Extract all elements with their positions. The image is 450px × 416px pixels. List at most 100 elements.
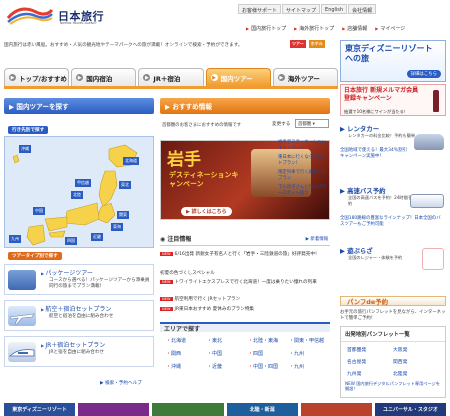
side-item[interactable]: 東日本に行くならJRセットプラン！ — [278, 155, 330, 167]
departure-link[interactable]: 名古屋発 — [347, 358, 393, 365]
bottom-banner[interactable]: 北陸・新潟 — [226, 403, 298, 416]
tab-top-recommend[interactable]: ▶ トップ/おすすめ — [4, 68, 70, 86]
arrow-icon: ▶ — [76, 74, 84, 81]
tab-domestic-tour[interactable]: ▶ 国内ツアー — [205, 68, 271, 86]
jr-hotel-card[interactable]: JR＋宿泊セットプラン JRと宿を自由に組み合わせ — [4, 336, 154, 367]
area-link[interactable]: 近畿 — [207, 363, 248, 370]
region-hokkaido[interactable]: 北海道 — [123, 157, 139, 165]
customer-support-link[interactable]: お客様サポート — [238, 4, 282, 14]
tab-label: 海外ツアー — [287, 74, 320, 83]
mailmag-banner[interactable]: 日本旅行 新規メルマガ会員登録キャンペーン 抽選で10名様にワインが当たる！ — [340, 84, 446, 116]
region-kinki[interactable]: 近畿 — [91, 233, 103, 241]
asobuplaza-desc: 全国のレジャー・体験を予約 — [348, 255, 403, 260]
region-select[interactable]: 首都圏 ▾ — [295, 119, 329, 128]
disney-detail-button[interactable]: 詳細はこちら — [406, 70, 441, 78]
recommend-side-list: 岩手デスティネーションキャンペーン 東日本に行くならJRセットプラン！ 限定列車… — [278, 140, 330, 197]
disney-title: 東京ディズニーリゾート への旅 — [345, 44, 433, 63]
pamphlet-list-box: 出発地別パンフレット一覧 首都圏発 大阪発 名古屋発 関西発 九州発 北陸発 N… — [340, 326, 446, 398]
area-link[interactable]: 関西 — [166, 350, 207, 357]
rental-car-title[interactable]: ▶ レンタカー — [340, 124, 446, 133]
bottom-banner[interactable] — [152, 403, 224, 416]
bottom-banner[interactable] — [78, 403, 150, 416]
departure-link[interactable]: 北陸発 — [393, 370, 439, 377]
region-tokai[interactable]: 東海 — [111, 223, 123, 231]
english-link[interactable]: English — [321, 4, 348, 14]
bottom-banner[interactable]: 東京ディズニーリゾート — [4, 403, 76, 416]
region-kyushu[interactable]: 九州 — [9, 235, 21, 243]
tab-overseas-tour[interactable]: ▶ 海外ツアー — [272, 68, 339, 86]
region-shikoku[interactable]: 四国 — [65, 237, 77, 245]
region-kanto[interactable]: 関東 — [117, 211, 129, 219]
asobuplaza-box[interactable]: ▶ 遊ぶらざ 全国のレジャー・体験を予約 — [340, 246, 446, 270]
departure-link[interactable]: 大阪発 — [393, 346, 439, 353]
news-item[interactable]: NEW 6/16出発 新鋭女子有名人と行く「岩手・三陸鉄道の旅」好評発売中！ — [160, 251, 320, 257]
intro-text: 国内旅行は赤い風船。おすすめ・人気の観光地やテーマパークへの旅が満載！オンライン… — [4, 43, 243, 48]
bottom-banner[interactable]: ユニバーサル・スタジオ — [374, 403, 447, 416]
digital-pamphlet-notice[interactable]: NEW 国内旅行デジタルパンフレット専用ページを開設！ — [341, 381, 445, 392]
area-link[interactable]: 四国 — [248, 350, 289, 357]
banner-detail-button[interactable]: ▶ 詳しくはこちら — [181, 207, 232, 216]
highway-bus-box[interactable]: ▶ 高速バス予約 全国の高速バスを予約！24時間予約 全国180路線の豊富なライ… — [340, 186, 446, 227]
news-item[interactable]: NEW トワイライトエクスプレスで行く北海道！一度は乗りたい憧れの列車 — [160, 279, 317, 285]
rental-car-note[interactable]: 全国地域で使える！最大34％割引キャンペーン実施中！ — [340, 147, 408, 159]
area-list: 北海道 東北 北陸・東海 関東・甲信越 関西 中国 四国 九州 沖縄 近畿 中国… — [166, 337, 330, 370]
region-chugoku[interactable]: 中国 — [33, 207, 45, 215]
air-hotel-card[interactable]: 航空＋宿泊セットプラン 航空と宿泊を自由に組み合わせ — [4, 300, 154, 331]
area-link[interactable]: 東北 — [207, 337, 248, 344]
package-tour-title[interactable]: パッケージツアー — [41, 268, 93, 277]
area-link[interactable]: 北陸・東海 — [248, 337, 289, 344]
company-logo-icon[interactable] — [6, 4, 54, 26]
tab-label: JR＋宿泊 — [153, 74, 181, 83]
area-link[interactable]: 中国・四国 — [248, 363, 289, 370]
rental-car-box[interactable]: ▶ レンタカー レンタカーの料金比較！予約も簡単 全国地域で使える！最大34％割… — [340, 124, 446, 159]
area-link[interactable]: 沖縄 — [166, 363, 207, 370]
pamphlet-heading[interactable]: パンフde予約 — [340, 296, 446, 306]
news-link[interactable]: ▶ 新着情報 — [306, 236, 328, 242]
banner-title-sub: デスティネーションキャンペーン — [169, 171, 239, 188]
side-item[interactable]: 岩手デスティネーションキャンペーン — [278, 140, 330, 152]
departure-link[interactable]: 九州発 — [347, 370, 393, 377]
region-hokuriku[interactable]: 北陸 — [71, 191, 83, 199]
promo-badge[interactable]: ホテル — [308, 40, 325, 48]
tab-domestic-hotel[interactable]: ▶ 国内宿泊 — [71, 68, 137, 86]
region-okinawa[interactable]: 沖縄 — [19, 145, 31, 153]
banner-detail-text: 詳しくはこちら — [191, 209, 227, 215]
disney-banner[interactable]: 東京ディズニーリゾート への旅 詳細はこちら — [340, 40, 446, 82]
news-text: 6/16出発 新鋭女子有名人と行く「岩手・三陸鉄道の旅」好評発売中！ — [174, 252, 320, 257]
bottom-banner[interactable] — [300, 403, 372, 416]
news-text: 航空利用で行く JRセットプラン — [174, 297, 241, 302]
departure-list: 首都圏発 大阪発 名古屋発 関西発 九州発 北陸発 — [341, 342, 445, 381]
area-link[interactable]: 九州 — [289, 363, 330, 370]
departure-link[interactable]: 首都圏発 — [347, 346, 393, 353]
mailmag-title: 日本旅行 新規メルマガ会員登録キャンペーン — [344, 87, 419, 102]
news-item[interactable]: 初夏の色づくしスペシャル — [160, 270, 215, 276]
mypage-link[interactable]: マイページ — [375, 25, 405, 32]
new-badge: NEW — [160, 307, 173, 311]
area-link[interactable]: 関東・甲信越 — [289, 337, 330, 344]
side-item[interactable]: 下川淳子さんと行くパワースポット巡り — [278, 185, 330, 197]
package-tour-card[interactable]: パッケージツアー コースから選べる！パッケージツアーから添乗員同行の旅までプラン… — [4, 264, 154, 295]
tab-jr-hotel[interactable]: ▶ JR＋宿泊 — [138, 68, 204, 86]
help-link[interactable]: ▶ 検索・予約ヘルプ — [100, 380, 142, 386]
domestic-top-link[interactable]: 国内旅行トップ — [246, 25, 286, 32]
store-info-link[interactable]: 店舗情報 — [342, 25, 367, 32]
main-tabs: ▶ トップ/おすすめ ▶ 国内宿泊 ▶ JR＋宿泊 ▶ 国内ツアー ▶ 海外ツアー — [4, 68, 339, 86]
air-hotel-title[interactable]: 航空＋宿泊セットプラン — [41, 304, 111, 313]
news-item[interactable]: NEW 航空利用で行く JRセットプラン — [160, 296, 240, 302]
bus-icon — [410, 194, 444, 208]
area-link[interactable]: 九州 — [289, 350, 330, 357]
company-info-link[interactable]: 会社情報 — [348, 4, 377, 14]
side-item[interactable]: 限定列車で行くJRセットプラン — [278, 170, 330, 182]
bus-note[interactable]: 全国180路線の豊富なラインナップ！日本全国のバスツアーもご予約可能 — [340, 215, 442, 227]
promo-badge[interactable]: ツアー — [290, 40, 306, 48]
sitemap-link[interactable]: サイトマップ — [282, 4, 321, 14]
area-link[interactable]: 北海道 — [166, 337, 207, 344]
region-tohoku[interactable]: 東北 — [119, 181, 131, 189]
overseas-top-link[interactable]: 海外旅行トップ — [294, 25, 334, 32]
region-koshinetsu[interactable]: 甲信越 — [75, 179, 91, 187]
jr-hotel-title[interactable]: JR＋宿泊セットプラン — [41, 340, 105, 349]
departure-link[interactable]: 関西発 — [393, 358, 439, 365]
area-link[interactable]: 中国 — [207, 350, 248, 357]
arrow-icon: ▶ — [9, 74, 16, 81]
news-item[interactable]: NEW JR東日本おすすめ 夏休みのプラン特集 — [160, 306, 254, 312]
